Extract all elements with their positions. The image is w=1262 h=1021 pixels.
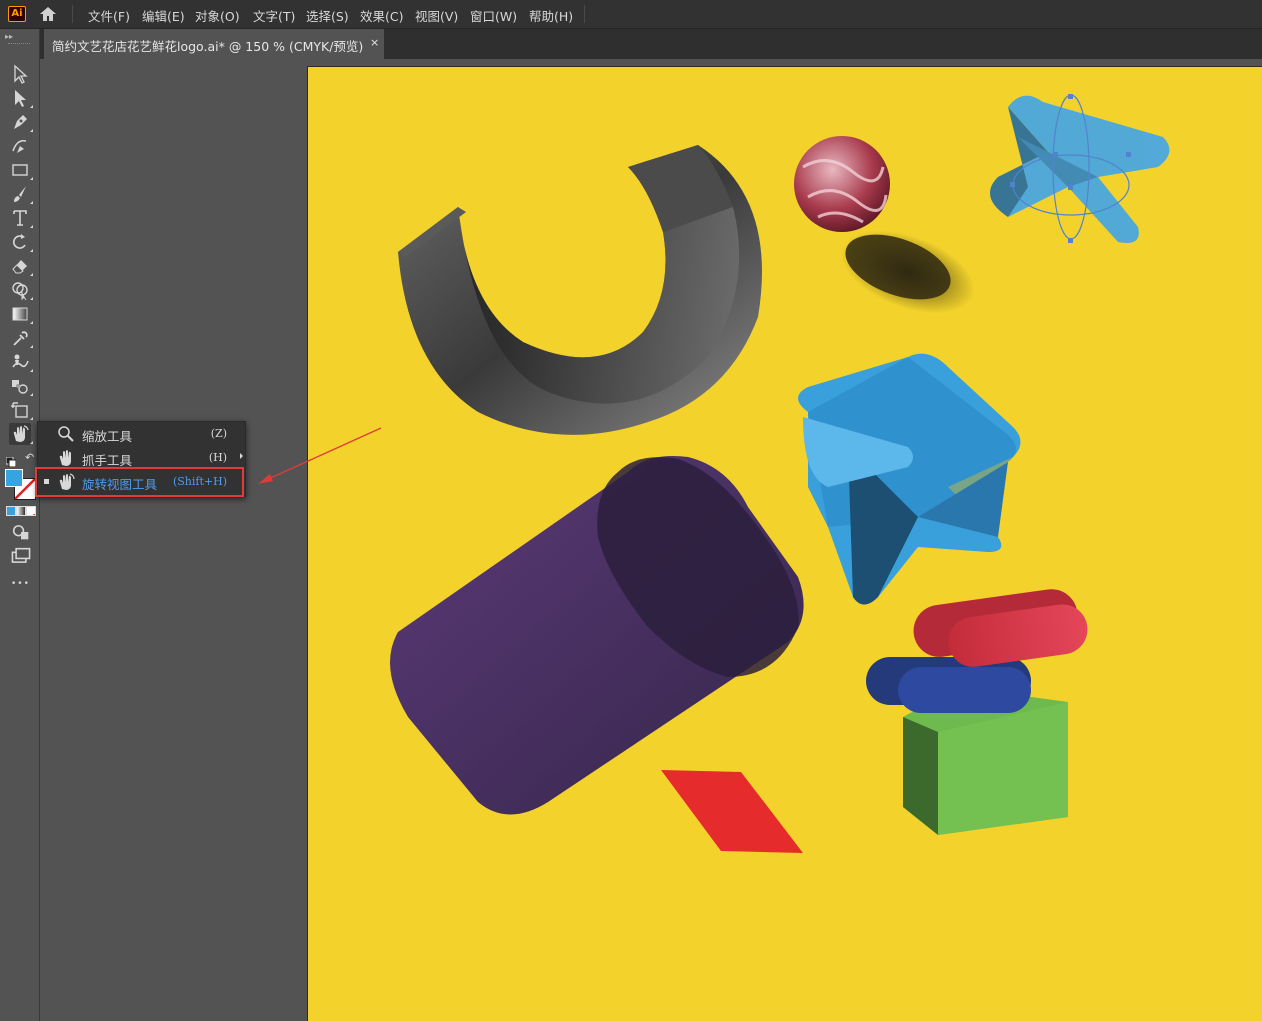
none-mode-icon[interactable] — [26, 506, 36, 516]
document-tab-bar: 简约文艺花店花艺鲜花logo.ai* @ 150 % (CMYK/预览) × — [0, 29, 1262, 59]
menu-help[interactable]: 帮助(H) — [529, 6, 573, 25]
zoom-icon — [57, 425, 75, 443]
gradient-tool-icon[interactable] — [9, 303, 33, 325]
zoom-tool-label: 缩放工具 — [82, 429, 133, 444]
selection-tool-icon[interactable] — [9, 63, 31, 85]
flyout-tearoff-arrow[interactable] — [240, 453, 243, 459]
menu-view[interactable]: 视图(V) — [415, 6, 458, 25]
puppet-warp-tool-icon[interactable] — [9, 351, 33, 373]
draw-mode-icon[interactable] — [10, 521, 29, 540]
rectangle-tool-icon[interactable] — [9, 159, 33, 181]
rotate-tool-icon[interactable] — [9, 231, 33, 253]
menu-select[interactable]: 选择(S) — [306, 6, 349, 25]
illustrator-logo: Ai — [8, 6, 26, 22]
zoom-tool-item[interactable]: 缩放工具 (Z) — [38, 422, 245, 446]
artboard-tool-icon[interactable] — [9, 399, 33, 421]
blend-tool-icon[interactable] — [9, 375, 33, 397]
marble-sphere — [794, 136, 890, 232]
artboard[interactable] — [307, 66, 1262, 1021]
menu-edit[interactable]: 编辑(E) — [142, 6, 185, 25]
collapse-panel-icon[interactable]: ▸▸ — [5, 32, 13, 41]
document-tab-title: 简约文艺花店花艺鲜花logo.ai* @ 150 % (CMYK/预览) — [52, 39, 364, 54]
swap-colors-icon[interactable]: ↶ — [25, 452, 37, 464]
type-tool-icon[interactable] — [9, 207, 33, 229]
hand-icon — [57, 449, 75, 467]
menu-separator — [72, 5, 73, 23]
color-mode-icon[interactable] — [6, 506, 16, 516]
menu-separator — [584, 5, 585, 23]
menu-bar: Ai 文件(F) 编辑(E) 对象(O) 文字(T) 选择(S) 效果(C) 视… — [0, 0, 1262, 29]
eraser-tool-icon[interactable] — [9, 255, 33, 277]
artwork — [390, 94, 1170, 853]
blue-x-large — [798, 353, 1021, 605]
fill-swatch[interactable] — [5, 469, 23, 487]
rotate-view-tool-icon[interactable] — [9, 423, 33, 445]
tools-panel: ▸▸ ↶ ••• — [0, 29, 40, 1021]
panel-grip[interactable] — [8, 43, 30, 46]
curvature-tool-icon[interactable] — [9, 135, 31, 157]
paintbrush-tool-icon[interactable] — [9, 183, 33, 205]
screen-mode-icon[interactable] — [10, 545, 31, 563]
gray-arc-shape — [398, 145, 762, 435]
menu-effect[interactable]: 效果(C) — [360, 6, 403, 25]
direct-selection-tool-icon[interactable] — [9, 87, 33, 109]
menu-type[interactable]: 文字(T) — [253, 6, 295, 25]
menu-object[interactable]: 对象(O) — [195, 6, 240, 25]
shape-builder-tool-icon[interactable] — [9, 279, 33, 301]
edit-toolbar-icon[interactable]: ••• — [11, 579, 30, 589]
hand-tool-shortcut: (H) — [208, 451, 227, 464]
red-parallelogram — [661, 770, 803, 853]
gradient-mode-icon[interactable] — [16, 506, 26, 516]
pen-tool-icon[interactable] — [9, 111, 33, 133]
menu-file[interactable]: 文件(F) — [88, 6, 130, 25]
home-icon[interactable] — [38, 5, 58, 23]
menu-window[interactable]: 窗口(W) — [470, 6, 517, 25]
document-tab[interactable]: 简约文艺花店花艺鲜花logo.ai* @ 150 % (CMYK/预览) × — [44, 29, 384, 59]
zoom-tool-shortcut: (Z) — [210, 427, 227, 440]
highlight-box — [35, 467, 244, 497]
blue-capsule — [866, 657, 1031, 713]
close-icon[interactable]: × — [370, 36, 379, 49]
eyedropper-tool-icon[interactable] — [9, 327, 33, 349]
default-colors-icon[interactable] — [5, 452, 17, 468]
purple-capsule — [390, 456, 804, 815]
blue-x-small — [990, 94, 1170, 243]
